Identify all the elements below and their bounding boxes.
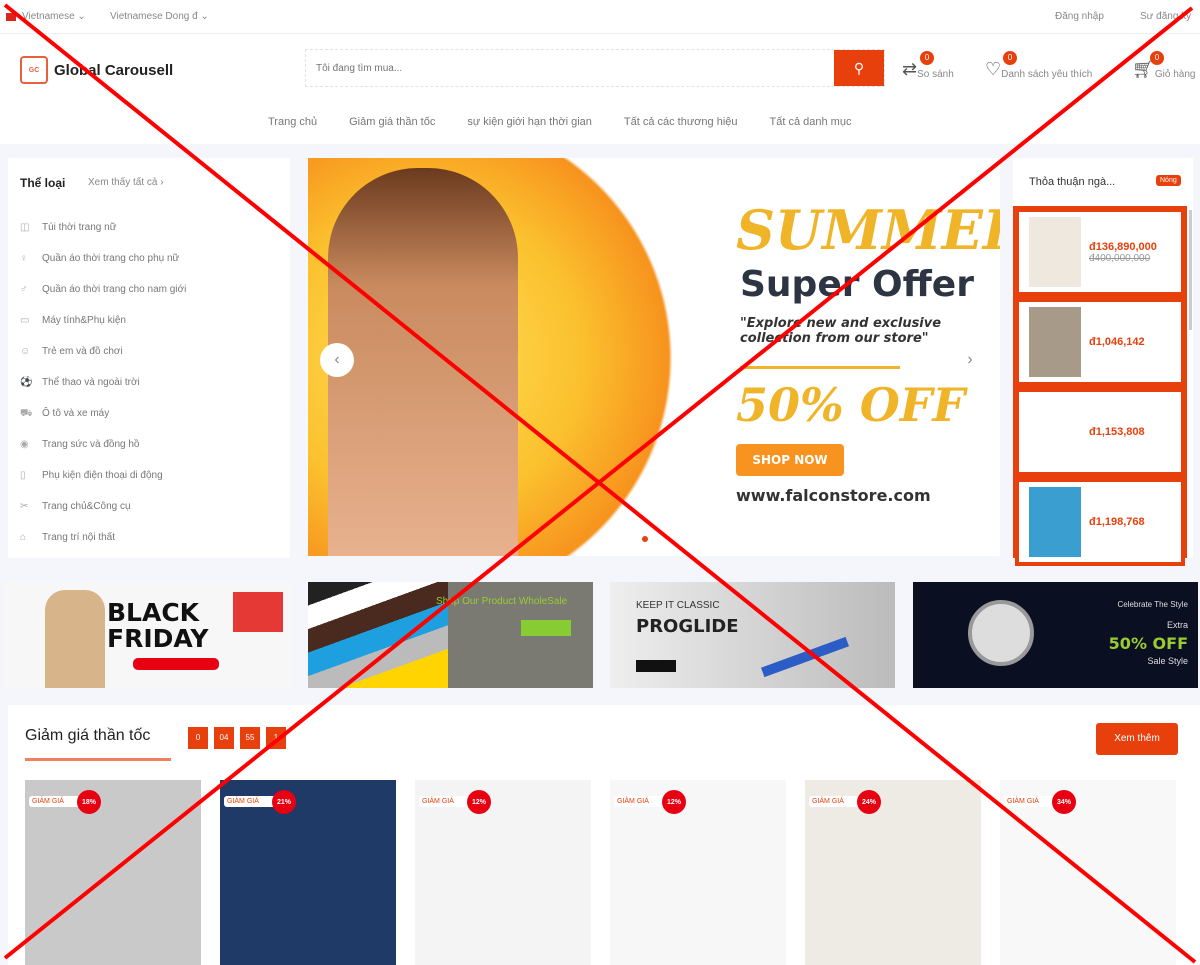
red-cross-overlay bbox=[3, 3, 1197, 964]
